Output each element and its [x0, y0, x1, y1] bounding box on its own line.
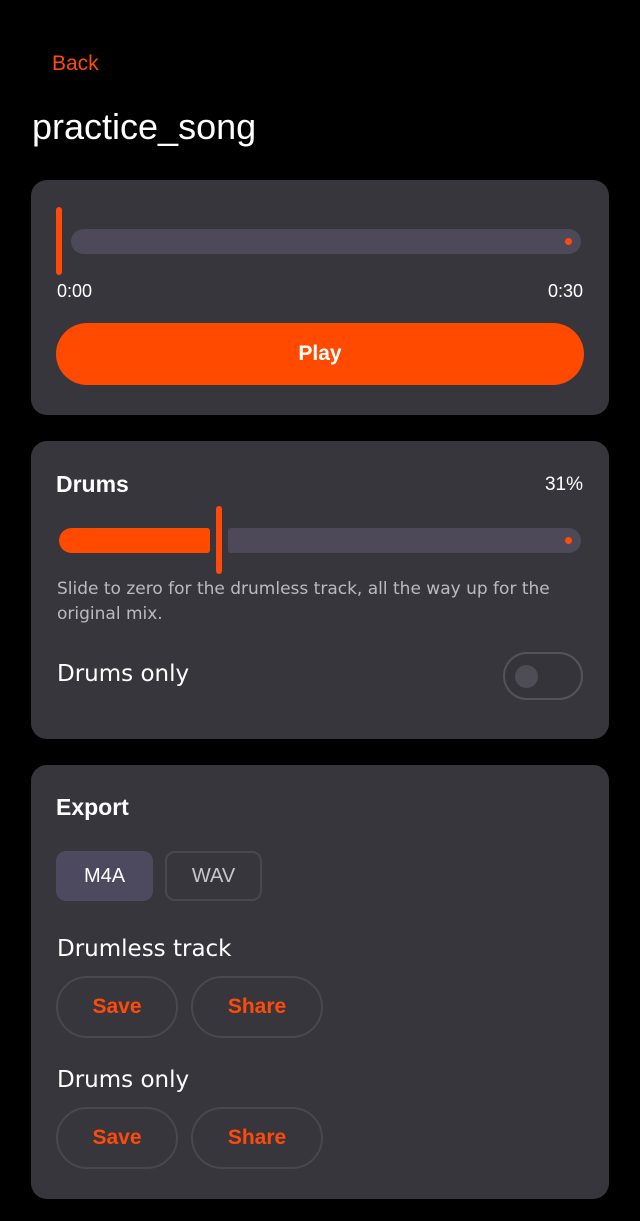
- slider-end-dot: [565, 537, 572, 544]
- drums-only-label: Drums only: [57, 661, 190, 687]
- seek-bar-end-dot: [565, 238, 572, 245]
- current-time: 0:00: [57, 281, 93, 301]
- back-button[interactable]: Back: [52, 52, 99, 76]
- drums-only-share-button[interactable]: Share: [191, 1107, 323, 1169]
- drums-card: Drums 31% Slide to zero for the drumless…: [31, 441, 609, 739]
- export-card: Export M4A WAV Drumless track Save Share…: [31, 765, 609, 1199]
- drumless-track-label: Drumless track: [57, 936, 232, 962]
- seek-handle[interactable]: [56, 207, 62, 275]
- slider-active-track: [59, 528, 210, 553]
- drums-only-save-button[interactable]: Save: [56, 1107, 178, 1169]
- toggle-knob: [515, 665, 538, 688]
- player-card: 0:00 0:30 Play: [31, 180, 609, 415]
- drums-level-slider[interactable]: [59, 506, 581, 574]
- format-tab-wav[interactable]: WAV: [165, 851, 262, 901]
- slider-handle[interactable]: [216, 506, 222, 574]
- format-tab-m4a[interactable]: M4A: [56, 851, 153, 901]
- drumless-save-button[interactable]: Save: [56, 976, 178, 1038]
- drumless-share-button[interactable]: Share: [191, 976, 323, 1038]
- drums-level-value: 31%: [544, 474, 583, 495]
- screen: Back practice_song 0:00 0:30 Play Drums …: [0, 0, 640, 1221]
- play-button[interactable]: Play: [56, 323, 584, 385]
- duration: 0:30: [547, 281, 583, 301]
- seek-bar[interactable]: [71, 229, 581, 254]
- page-title: practice_song: [32, 106, 257, 147]
- export-heading: Export: [56, 794, 129, 820]
- drums-only-export-label: Drums only: [57, 1067, 190, 1093]
- drums-heading: Drums: [56, 471, 129, 497]
- slider-inactive-track: [228, 528, 581, 553]
- drums-help-text: Slide to zero for the drumless track, al…: [57, 579, 550, 624]
- drums-only-toggle[interactable]: [503, 652, 583, 700]
